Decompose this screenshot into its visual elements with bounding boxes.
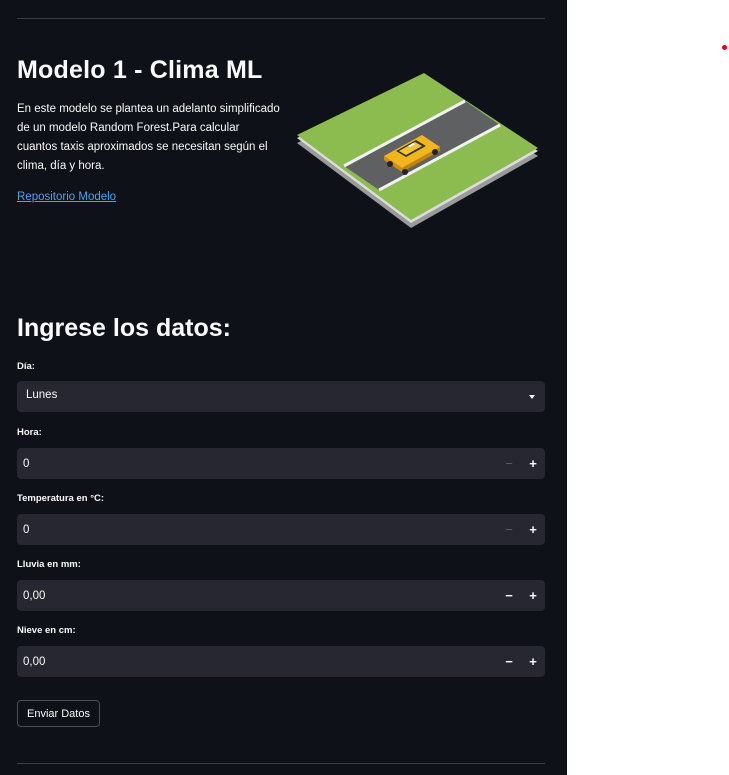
hora-increment-button[interactable]: + (521, 448, 545, 479)
repository-link[interactable]: Repositorio Modelo (17, 191, 116, 203)
right-panel (567, 0, 729, 775)
lluvia-decrement-button[interactable]: − (497, 580, 521, 611)
form-title: Ingrese los datos: (17, 314, 231, 342)
lluvia-label: Lluvia en mm: (17, 559, 81, 570)
taxi-road-illustration (297, 73, 538, 228)
hora-label: Hora: (17, 427, 42, 438)
temperatura-number-input: − + (17, 514, 545, 545)
lluvia-number-input: − + (17, 580, 545, 611)
nieve-number-input: − + (17, 646, 545, 677)
temperatura-field[interactable] (17, 514, 487, 545)
temperatura-decrement-button[interactable]: − (497, 514, 521, 545)
submit-button[interactable]: Enviar Datos (17, 700, 100, 727)
bottom-divider (17, 763, 545, 764)
temperatura-label: Temperatura en °C: (17, 493, 105, 504)
hora-decrement-button[interactable]: − (497, 448, 521, 479)
dia-select[interactable]: Lunes (17, 381, 545, 412)
lluvia-field[interactable] (17, 580, 487, 611)
model-description: En este modelo se plantea un adelanto si… (17, 103, 280, 172)
dia-selected-value: Lunes (26, 389, 58, 401)
hora-field[interactable] (17, 448, 487, 479)
caret-down-icon (529, 395, 535, 399)
nieve-label: Nieve en cm: (17, 625, 76, 636)
hora-number-input: − + (17, 448, 545, 479)
dia-label: Día: (17, 361, 35, 372)
temperatura-increment-button[interactable]: + (521, 514, 545, 545)
nieve-increment-button[interactable]: + (521, 646, 545, 677)
page-title: Modelo 1 - Clima ML (17, 56, 263, 84)
main-content: Modelo 1 - Clima ML En este modelo se pl… (0, 0, 567, 775)
top-divider (17, 18, 545, 19)
status-indicator-dot (722, 45, 727, 50)
nieve-field[interactable] (17, 646, 487, 677)
nieve-decrement-button[interactable]: − (497, 646, 521, 677)
lluvia-increment-button[interactable]: + (521, 580, 545, 611)
